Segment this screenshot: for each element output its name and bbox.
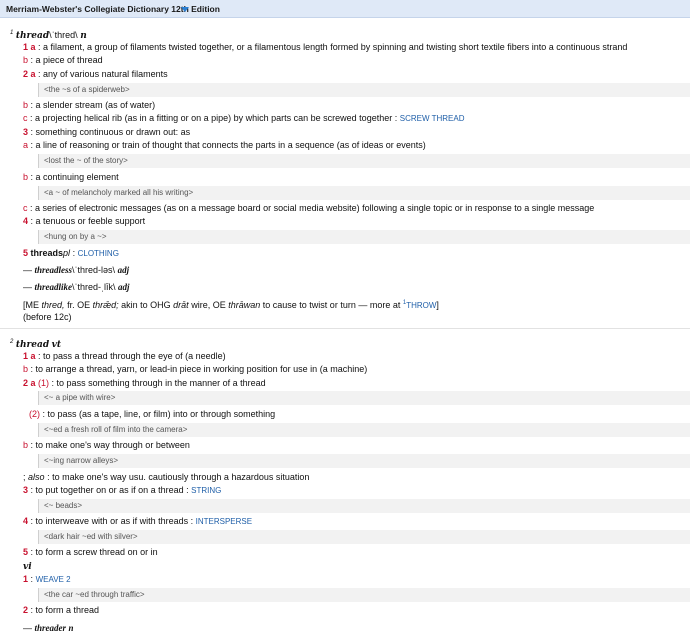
headword: thread: [15, 340, 50, 350]
part-of-speech: vt: [51, 340, 62, 350]
xref-link[interactable]: SCREW THREAD: [400, 114, 465, 123]
run-on-threadlike: — threadlike\ˈthred-ˌlīk\ adj: [23, 282, 130, 292]
vi-sense-1: 1 : WEAVE 2: [23, 574, 71, 584]
example-sentence: <~ing narrow alleys>: [38, 454, 690, 468]
sense-2a-2: (2) : to pass (as a tape, line, or film)…: [29, 409, 276, 419]
sense-1a: 1 a : to pass a thread through the eye o…: [23, 351, 226, 361]
example-sentence: <hung on by a ~>: [38, 230, 690, 244]
sense-4: 4 : to interweave with or as if with thr…: [23, 516, 253, 526]
sense-3: 3 : something continuous or drawn out: a…: [23, 127, 191, 137]
vi-sense-2: 2 : to form a thread: [23, 605, 100, 615]
entry-1-headword-line: 1 thread\ˈthred\ n: [10, 27, 87, 42]
example-sentence: <~ beads>: [38, 499, 690, 513]
sense-5: 5 : to form a screw thread on or in: [23, 547, 158, 557]
dropdown-arrow-icon[interactable]: [181, 7, 189, 12]
sense-2c: c : a projecting helical rib (as in a fi…: [23, 113, 465, 123]
etymology: [ME thred, fr. OE thrǣd; akin to OHG drā…: [23, 300, 439, 310]
intransitive-label: vi: [23, 562, 32, 572]
example-sentence: <the ~s of a spiderweb>: [38, 83, 690, 97]
example-sentence: <dark hair ~ed with silver>: [38, 530, 690, 544]
sense-4: 4 : a tenuous or feeble support: [23, 216, 146, 226]
example-sentence: <lost the ~ of the story>: [38, 154, 690, 168]
sense-3a: a : a line of reasoning or train of thou…: [23, 140, 426, 150]
run-on-threadless: — threadless\ˈthred-ləs\ adj: [23, 265, 130, 275]
sense-3c: c : a series of electronic messages (as …: [23, 203, 595, 213]
sense-1a: 1 a : a filament, a group of filaments t…: [23, 42, 628, 52]
sense-1b: b : to arrange a thread, yarn, or lead-i…: [23, 364, 368, 374]
sense-2b: b : a slender stream (as of water): [23, 100, 156, 110]
sense-2b-also: ; also : to make one's way usu. cautious…: [23, 472, 310, 482]
entry-2-headword-line: 2 thread vt: [10, 336, 61, 351]
xref-link[interactable]: THROW: [406, 301, 436, 310]
first-known-use: (before 12c): [23, 312, 72, 322]
xref-link[interactable]: WEAVE 2: [36, 575, 71, 584]
pronunciation: \ˈthred\: [49, 30, 78, 40]
sense-2a: 2 a : any of various natural filaments: [23, 69, 168, 79]
sense-2a-1: 2 a (1) : to pass something through in t…: [23, 378, 266, 388]
example-sentence: <~ a pipe with wire>: [38, 391, 690, 405]
homograph-number: 1: [10, 30, 14, 36]
entry-divider: [0, 328, 690, 329]
sense-1b: b : a piece of thread: [23, 55, 103, 65]
headword: thread: [15, 31, 50, 41]
sense-3: 3 : to put together on or as if on a thr…: [23, 485, 222, 495]
dictionary-header[interactable]: Merriam-Webster's Collegiate Dictionary …: [0, 0, 690, 18]
example-sentence: <~ed a fresh roll of film into the camer…: [38, 423, 690, 437]
xref-link[interactable]: INTERSPERSE: [196, 517, 252, 526]
xref-link[interactable]: CLOTHING: [78, 249, 119, 258]
example-sentence: <the car ~ed through traffic>: [38, 588, 690, 602]
example-sentence: <a ~ of melancholy marked all his writin…: [38, 186, 690, 200]
sense-5: 5 threadspl : CLOTHING: [23, 248, 119, 258]
homograph-number: 2: [10, 339, 14, 345]
sense-3b: b : a continuing element: [23, 172, 119, 182]
sense-2b: b : to make one's way through or between: [23, 440, 190, 450]
part-of-speech: n: [80, 31, 87, 41]
run-on-threader: — threader n: [23, 623, 74, 633]
xref-link[interactable]: STRING: [191, 486, 221, 495]
